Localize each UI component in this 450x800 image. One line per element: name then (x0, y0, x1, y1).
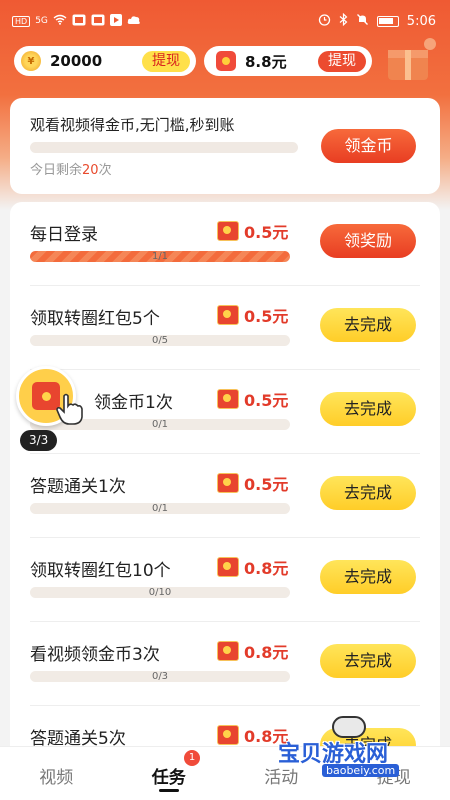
task-reward: 0.8元 (217, 639, 288, 663)
watermark-url: baobeiy.com (322, 764, 400, 777)
task-reward: 0.5元 (217, 387, 288, 411)
task-row: 看视频领金币3次 0.8元 0/3 去完成 (10, 622, 440, 706)
task-reward-amount: 0.8元 (244, 643, 289, 662)
red-envelope-icon (217, 389, 239, 409)
remaining-number: 20 (82, 163, 99, 178)
network-indicator: 5G (35, 16, 48, 26)
nav-tab-video[interactable]: 视频 (0, 747, 113, 800)
gift-decoration-icon (388, 38, 436, 80)
status-time: 5:06 (406, 13, 436, 29)
task-name: 答题通关1次 (30, 477, 126, 497)
alarm-icon (318, 13, 331, 30)
task-action-button[interactable]: 去完成 (320, 392, 416, 426)
red-envelope-icon (217, 725, 239, 745)
remaining-suffix: 次 (98, 163, 112, 178)
task-progress-label: 0/1 (151, 503, 169, 514)
task-reward-amount: 0.5元 (244, 223, 289, 242)
cash-withdraw-button[interactable]: 提现 (318, 51, 366, 72)
tasks-badge: 1 (184, 750, 200, 766)
task-list: 每日登录 0.5元 1/1 领奖励 领取转圈红包5个 0.5元 0/5 去完成 领金币1次 0.5… (10, 202, 440, 762)
coin-balance-pill: ¥ 20000 提现 (14, 46, 196, 76)
gamepad-icon (332, 716, 366, 738)
cloud-icon (127, 15, 141, 28)
task-progress-label: 1/1 (151, 251, 169, 262)
app-notification-icon (72, 14, 86, 29)
cash-balance-pill: 8.8元 提现 (204, 46, 372, 76)
task-name: 领取转圈红包5个 (30, 309, 160, 329)
task-progress-label: 0/10 (148, 587, 172, 598)
task-name: 领取转圈红包10个 (30, 561, 171, 581)
task-row: 每日登录 0.5元 1/1 领奖励 (10, 202, 440, 286)
app-notification-icon (91, 14, 105, 29)
task-name: 看视频领金币3次 (30, 645, 160, 665)
task-action-button[interactable]: 去完成 (320, 560, 416, 594)
remaining-count: 今日剩余20次 (30, 159, 112, 178)
task-name: 每日登录 (30, 225, 98, 245)
red-envelope-icon (217, 641, 239, 661)
task-reward-amount: 0.5元 (244, 391, 289, 410)
red-envelope-icon (217, 221, 239, 241)
task-progress-label: 0/5 (151, 335, 169, 346)
task-action-button[interactable]: 去完成 (320, 476, 416, 510)
floating-widget-counter: 3/3 (20, 430, 58, 451)
task-progress-label: 0/3 (151, 671, 169, 682)
task-reward-amount: 0.8元 (244, 559, 289, 578)
coin-balance: 20000 (50, 52, 103, 70)
task-row: 领取转圈红包5个 0.5元 0/5 去完成 (10, 286, 440, 370)
watch-video-card: 观看视频得金币,无门槛,秒到账 今日剩余20次 领金币 (10, 98, 440, 194)
red-envelope-icon (217, 305, 239, 325)
coin-icon: ¥ (21, 51, 41, 71)
task-reward: 0.5元 (217, 219, 288, 243)
task-reward: 0.5元 (217, 471, 288, 495)
bluetooth-icon (339, 12, 348, 30)
task-action-button[interactable]: 去完成 (320, 308, 416, 342)
remaining-prefix: 今日剩余 (30, 163, 83, 178)
status-left: HD 5G (12, 13, 141, 29)
task-reward: 0.5元 (217, 303, 288, 327)
task-reward: 0.8元 (217, 555, 288, 579)
play-icon (109, 13, 122, 29)
task-name: 领金币1次 (94, 393, 173, 413)
collect-coins-button[interactable]: 领金币 (321, 129, 416, 163)
red-envelope-icon (217, 557, 239, 577)
mute-icon (356, 13, 369, 30)
watermark: 宝贝游戏网 baobeiy.com (248, 716, 448, 786)
watch-video-progress (30, 142, 298, 153)
task-row: 答题通关1次 0.5元 0/1 去完成 (10, 454, 440, 538)
task-action-button[interactable]: 去完成 (320, 644, 416, 678)
red-packet-icon (216, 51, 236, 71)
task-row: 领取转圈红包10个 0.8元 0/10 去完成 (10, 538, 440, 622)
coin-withdraw-button[interactable]: 提现 (142, 51, 190, 72)
hand-pointer-icon (56, 393, 83, 425)
wifi-icon (53, 14, 67, 28)
status-right: 5:06 (318, 12, 436, 30)
task-reward-amount: 0.5元 (244, 307, 289, 326)
cash-balance: 8.8元 (245, 52, 287, 71)
floating-reward-widget[interactable] (14, 366, 88, 436)
watch-video-title: 观看视频得金币,无门槛,秒到账 (30, 116, 235, 134)
task-action-button[interactable]: 领奖励 (320, 224, 416, 258)
battery-icon (376, 15, 399, 27)
task-reward-amount: 0.5元 (244, 475, 289, 494)
red-envelope-icon (217, 473, 239, 493)
hd-indicator: HD (12, 15, 31, 27)
nav-tab-tasks[interactable]: 任务 (113, 747, 226, 800)
